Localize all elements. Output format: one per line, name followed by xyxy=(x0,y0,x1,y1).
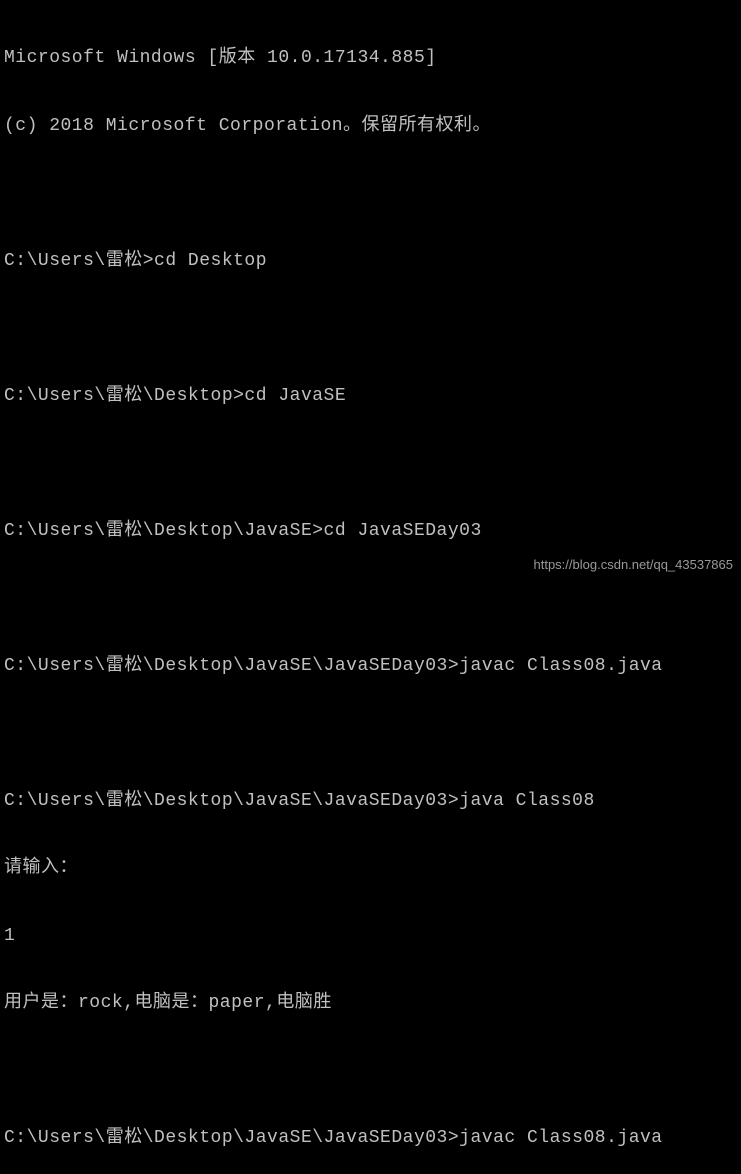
command-java-1: C:\Users\雷松\Desktop\JavaSE\JavaSEDay03>j… xyxy=(4,790,737,813)
command-javac-1: C:\Users\雷松\Desktop\JavaSE\JavaSEDay03>j… xyxy=(4,655,737,678)
copyright-line: (c) 2018 Microsoft Corporation。保留所有权利。 xyxy=(4,115,737,138)
command-cd-desktop: C:\Users\雷松>cd Desktop xyxy=(4,250,737,273)
terminal-window[interactable]: Microsoft Windows [版本 10.0.17134.885] (c… xyxy=(4,2,737,1174)
blank-line xyxy=(4,1060,737,1083)
program-output-1: 用户是：rock,电脑是：paper,电脑胜 xyxy=(4,992,737,1015)
command-cd-javase: C:\Users\雷松\Desktop>cd JavaSE xyxy=(4,385,737,408)
blank-line xyxy=(4,452,737,475)
command-javac-2: C:\Users\雷松\Desktop\JavaSE\JavaSEDay03>j… xyxy=(4,1127,737,1150)
blank-line xyxy=(4,587,737,610)
watermark-text: https://blog.csdn.net/qq_43537865 xyxy=(534,557,734,573)
command-cd-javaseday03: C:\Users\雷松\Desktop\JavaSE>cd JavaSEDay0… xyxy=(4,520,737,543)
blank-line xyxy=(4,317,737,340)
program-input-1: 1 xyxy=(4,925,737,948)
program-prompt-1: 请输入： xyxy=(4,857,737,880)
windows-version-line: Microsoft Windows [版本 10.0.17134.885] xyxy=(4,47,737,70)
blank-line xyxy=(4,722,737,745)
blank-line xyxy=(4,182,737,205)
